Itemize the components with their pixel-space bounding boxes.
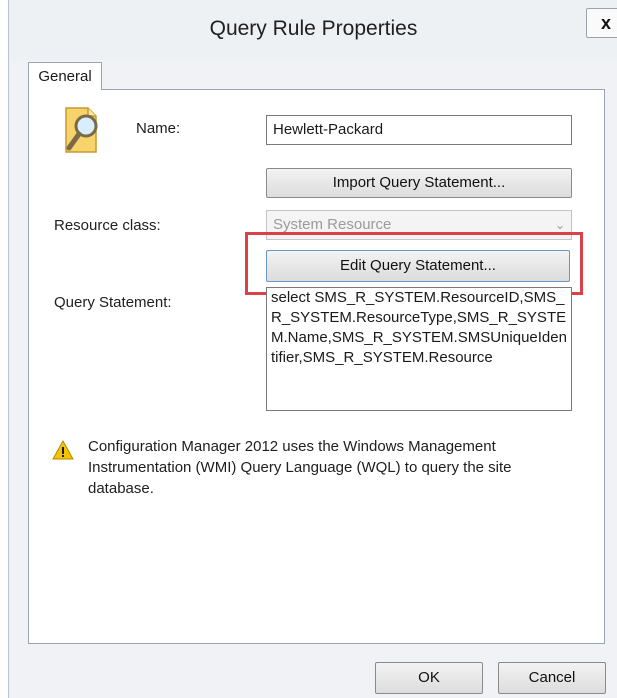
resource-class-label: Resource class: (54, 217, 161, 234)
warning-triangle-icon (52, 440, 74, 460)
query-statement-label: Query Statement: (54, 294, 172, 311)
query-magnifier-icon (65, 107, 98, 153)
close-button[interactable]: x (586, 8, 617, 38)
cancel-button[interactable]: Cancel (498, 662, 606, 694)
import-query-statement-button[interactable]: Import Query Statement... (266, 168, 572, 198)
query-statement-textarea[interactable]: select SMS_R_SYSTEM.ResourceID,SMS_R_SYS… (266, 287, 572, 411)
wql-warning-text: Configuration Manager 2012 uses the Wind… (88, 438, 512, 497)
tab-general[interactable]: General (28, 62, 102, 90)
name-input[interactable]: Hewlett-Packard (266, 115, 572, 145)
ok-button[interactable]: OK (375, 662, 483, 694)
resource-class-value: System Resource (273, 216, 392, 233)
name-label: Name: (136, 120, 181, 137)
edit-query-statement-button[interactable]: Edit Query Statement... (266, 250, 570, 282)
dialog-title: Query Rule Properties (209, 17, 418, 40)
title-bar: Query Rule Properties x (9, 0, 617, 60)
